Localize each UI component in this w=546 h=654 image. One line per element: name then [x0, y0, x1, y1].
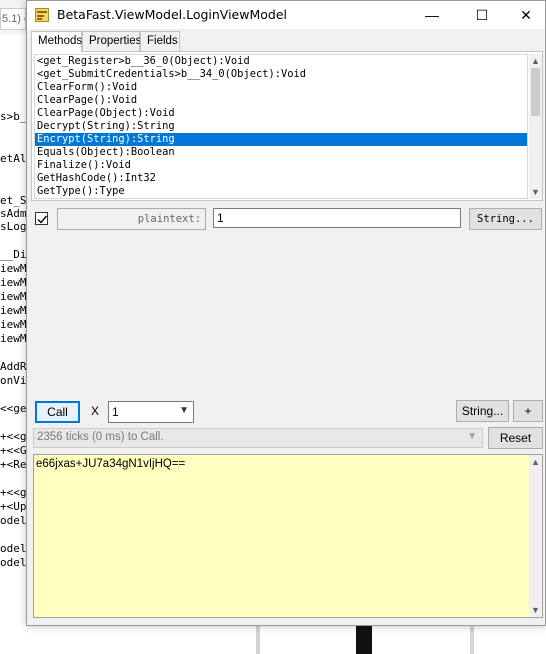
app-icon	[35, 8, 49, 22]
call-count-combobox[interactable]: 1 ▼	[108, 401, 194, 423]
background-bar	[356, 625, 372, 654]
call-count-value: 1	[112, 405, 119, 419]
minimize-button[interactable]: —	[409, 1, 455, 29]
result-output[interactable]: e66jxas+JU7a34gN1vIjHQ== ▲ ▼	[33, 454, 543, 618]
times-label: X	[91, 404, 100, 418]
background-bar	[256, 625, 260, 654]
chevron-down-icon[interactable]: ▼	[179, 405, 189, 416]
scroll-up-arrow-icon[interactable]: ▲	[529, 455, 542, 469]
checkmark-icon	[37, 215, 48, 224]
method-list-item[interactable]: GetType():Type	[35, 185, 527, 198]
scroll-down-arrow-icon[interactable]: ▼	[529, 185, 542, 199]
tab-properties[interactable]: Properties	[82, 31, 141, 51]
scroll-thumb[interactable]	[531, 68, 540, 116]
methods-panel: <get_Register>b__36_0(Object):Void <get_S…	[31, 51, 543, 201]
parameter-name-label: plaintext:	[137, 213, 201, 225]
scroll-up-arrow-icon[interactable]: ▲	[529, 54, 542, 68]
method-list-item[interactable]: <get_Register>b__36_0(Object):Void	[35, 55, 527, 68]
chevron-down-icon: ▼	[467, 431, 477, 442]
method-list-item[interactable]: Equals(Object):Boolean	[35, 146, 527, 159]
method-list-scrollbar[interactable]: ▲ ▼	[529, 54, 542, 199]
result-string-button[interactable]: String...	[456, 400, 509, 422]
method-list-item[interactable]: ClearForm():Void	[35, 81, 527, 94]
method-list-item[interactable]: ClearPage():Void	[35, 94, 527, 107]
method-list-item[interactable]: Finalize():Void	[35, 159, 527, 172]
method-list[interactable]: <get_Register>b__36_0(Object):Void <get_S…	[34, 54, 528, 199]
call-button[interactable]: Call	[35, 401, 80, 423]
window-title: BetaFast.ViewModel.LoginViewModel	[57, 7, 287, 22]
reset-button[interactable]: Reset	[488, 427, 543, 449]
timing-status-text: 2356 ticks (0 ms) to Call.	[37, 431, 164, 443]
method-list-item[interactable]: Encrypt(String):String	[35, 133, 527, 146]
tab-fields[interactable]: Fields	[140, 31, 180, 51]
result-text: e66jxas+JU7a34gN1vIjHQ==	[36, 458, 186, 470]
tab-methods[interactable]: Methods	[31, 31, 82, 52]
scroll-down-arrow-icon[interactable]: ▼	[529, 603, 542, 617]
close-button[interactable]: ✕	[503, 1, 546, 29]
background-bar	[470, 625, 474, 654]
method-list-item[interactable]: ClearPage(Object):Void	[35, 107, 527, 120]
result-scrollbar[interactable]: ▲ ▼	[529, 455, 542, 617]
parameter-value-input[interactable]: 1	[213, 208, 461, 228]
parameter-string-button[interactable]: String...	[469, 208, 542, 230]
timing-status-combobox: 2356 ticks (0 ms) to Call. ▼	[33, 428, 483, 448]
method-list-item[interactable]: Decrypt(String):String	[35, 120, 527, 133]
method-list-item[interactable]: <get_SubmitCredentials>b__34_0(Object):V…	[35, 68, 527, 81]
parameter-name-field: plaintext:	[57, 208, 206, 230]
title-bar[interactable]: BetaFast.ViewModel.LoginViewModel — ☐ ✕	[27, 1, 545, 29]
background-window-tab[interactable]: 5.1) c	[0, 8, 26, 30]
add-button[interactable]: +	[513, 400, 543, 422]
method-list-item[interactable]: GetHashCode():Int32	[35, 172, 527, 185]
maximize-button[interactable]: ☐	[459, 1, 505, 29]
method-invoker-window: BetaFast.ViewModel.LoginViewModel — ☐ ✕ …	[26, 0, 546, 626]
parameter-enabled-checkbox[interactable]	[35, 212, 48, 225]
